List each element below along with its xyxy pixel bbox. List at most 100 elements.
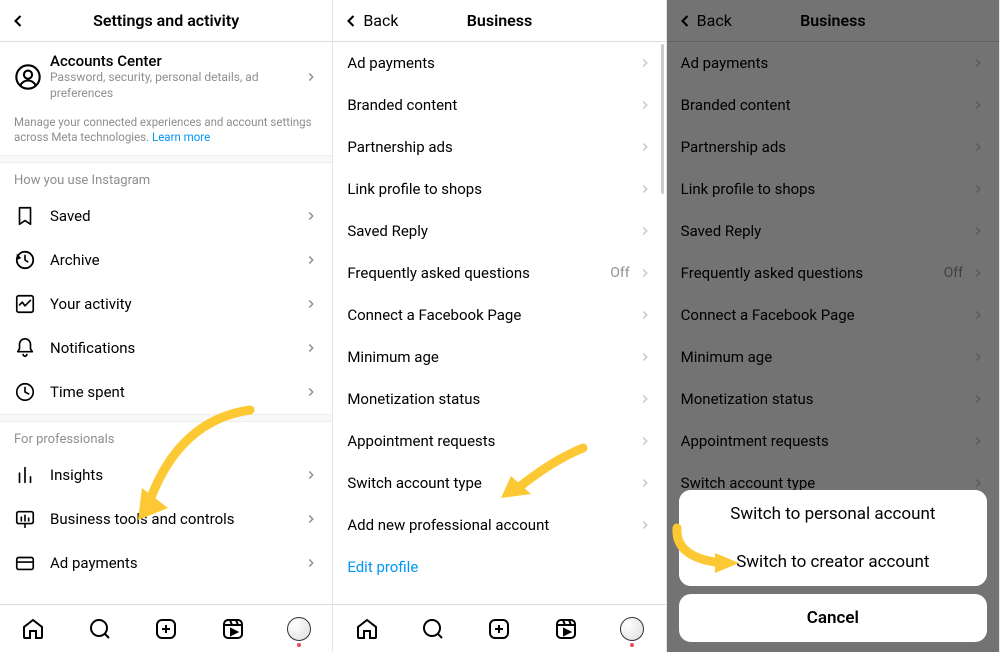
item-label: Appointment requests — [347, 432, 637, 450]
help-text: Manage your connected experiences and ac… — [0, 111, 332, 155]
header: Settings and activity — [0, 0, 332, 42]
chevron-right-icon — [304, 253, 318, 267]
tab-search[interactable] — [87, 616, 113, 642]
search-icon — [88, 617, 112, 641]
row-label: Time spent — [50, 383, 304, 401]
page-title: Business — [467, 11, 532, 30]
list-item[interactable]: Appointment requests — [333, 420, 665, 462]
list-item[interactable]: Branded content — [333, 84, 665, 126]
avatar-icon — [287, 617, 311, 641]
chevron-right-icon — [638, 98, 652, 112]
item-label: Add new professional account — [347, 516, 637, 534]
chevron-right-icon — [638, 308, 652, 322]
list-item[interactable]: Connect a Facebook Page — [333, 294, 665, 336]
chevron-right-icon — [638, 392, 652, 406]
switch-personal-button[interactable]: Switch to personal account — [679, 490, 987, 538]
settings-row[interactable]: Your activity — [0, 282, 332, 326]
list-item[interactable]: Minimum age — [333, 336, 665, 378]
home-icon — [21, 617, 45, 641]
bookmark-icon — [14, 205, 36, 227]
clock-reverse-icon — [14, 249, 36, 271]
tab-reels[interactable] — [553, 616, 579, 642]
chevron-left-icon — [8, 11, 28, 31]
list-item[interactable]: Saved Reply — [333, 210, 665, 252]
row-label: Insights — [50, 466, 304, 484]
item-label: Minimum age — [347, 348, 637, 366]
accounts-center-subtitle: Password, security, personal details, ad… — [50, 70, 304, 101]
back-button[interactable]: Back — [341, 11, 398, 31]
list-item[interactable]: Add new professional account — [333, 504, 665, 546]
cancel-button[interactable]: Cancel — [679, 594, 987, 642]
clock-icon — [14, 381, 36, 403]
settings-row[interactable]: Business tools and controls — [0, 497, 332, 541]
row-label: Saved — [50, 207, 304, 225]
row-label: Ad payments — [50, 554, 304, 572]
learn-more-link[interactable]: Learn more — [152, 130, 210, 144]
presentation-icon — [14, 508, 36, 530]
item-label: Switch account type — [347, 474, 637, 492]
settings-row[interactable]: Ad payments — [0, 541, 332, 585]
settings-row[interactable]: Saved — [0, 194, 332, 238]
tab-profile[interactable] — [619, 616, 645, 642]
chevron-right-icon — [638, 140, 652, 154]
chevron-left-icon — [341, 11, 361, 31]
item-label: Connect a Facebook Page — [347, 306, 637, 324]
user-circle-icon — [14, 63, 42, 91]
chevron-right-icon — [638, 350, 652, 364]
panel-settings: Settings and activity Accounts Center Pa… — [0, 0, 333, 652]
list-item[interactable]: Partnership ads — [333, 126, 665, 168]
row-label: Archive — [50, 251, 304, 269]
list-item[interactable]: Switch account type — [333, 462, 665, 504]
chevron-right-icon — [304, 209, 318, 223]
chevron-right-icon — [638, 56, 652, 70]
page-title: Settings and activity — [93, 11, 239, 30]
credit-card-icon — [14, 552, 36, 574]
chevron-right-icon — [304, 297, 318, 311]
item-label: Ad payments — [347, 54, 637, 72]
accounts-center-row[interactable]: Accounts Center Password, security, pers… — [0, 42, 332, 111]
chevron-right-icon — [304, 468, 318, 482]
notification-dot — [297, 643, 301, 647]
item-label: Frequently asked questions — [347, 264, 610, 282]
bottom-tab-bar — [333, 604, 665, 652]
tab-create[interactable] — [486, 616, 512, 642]
chevron-right-icon — [638, 476, 652, 490]
tab-reels[interactable] — [220, 616, 246, 642]
tab-profile[interactable] — [286, 616, 312, 642]
activity-icon — [14, 293, 36, 315]
section-header-professionals: For professionals — [0, 422, 332, 453]
row-label: Business tools and controls — [50, 510, 304, 528]
section-header-how-you-use: How you use Instagram — [0, 163, 332, 194]
tab-home[interactable] — [20, 616, 46, 642]
accounts-center-title: Accounts Center — [50, 52, 304, 70]
tab-search[interactable] — [420, 616, 446, 642]
bell-icon — [14, 337, 36, 359]
settings-row[interactable]: Time spent — [0, 370, 332, 414]
bar-chart-icon — [14, 464, 36, 486]
item-label: Link profile to shops — [347, 180, 637, 198]
tab-home[interactable] — [354, 616, 380, 642]
scrollbar[interactable] — [661, 44, 664, 194]
chevron-right-icon — [638, 434, 652, 448]
list-item[interactable]: Frequently asked questions Off — [333, 252, 665, 294]
row-label: Your activity — [50, 295, 304, 313]
list-item[interactable]: Link profile to shops — [333, 168, 665, 210]
search-icon — [421, 617, 445, 641]
switch-creator-button[interactable]: Switch to creator account — [679, 538, 987, 586]
settings-row[interactable]: Insights — [0, 453, 332, 497]
list-item[interactable]: Ad payments — [333, 42, 665, 84]
settings-row[interactable]: Notifications — [0, 326, 332, 370]
avatar-icon — [620, 617, 644, 641]
chevron-right-icon — [304, 341, 318, 355]
divider — [0, 155, 332, 163]
tab-create[interactable] — [153, 616, 179, 642]
bottom-tab-bar — [0, 604, 332, 652]
chevron-right-icon — [304, 70, 318, 84]
edit-profile-link[interactable]: Edit profile — [333, 546, 665, 588]
chevron-right-icon — [304, 512, 318, 526]
accounts-center-text: Accounts Center Password, security, pers… — [50, 52, 304, 101]
settings-row[interactable]: Archive — [0, 238, 332, 282]
home-icon — [355, 617, 379, 641]
back-button[interactable] — [8, 11, 28, 31]
list-item[interactable]: Monetization status — [333, 378, 665, 420]
